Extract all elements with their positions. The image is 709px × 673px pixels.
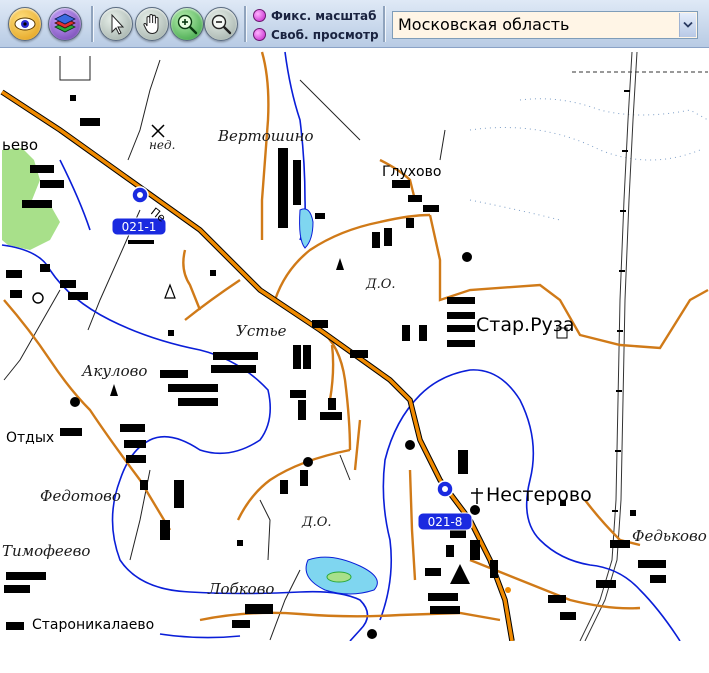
layers-stack-button[interactable]: [48, 7, 82, 41]
eye-icon: [14, 17, 36, 31]
fixed-scale-radio[interactable]: [253, 9, 266, 22]
place-label: ьево: [2, 136, 38, 154]
place-label: Вертошино: [217, 127, 314, 145]
place-label: нед.: [149, 138, 175, 152]
place-label: Стар.Руза: [476, 314, 575, 336]
toolbar: Фикс. масштаб Своб. просмотр Московская …: [0, 0, 709, 48]
toolbar-separator: [91, 6, 94, 42]
map-canvas[interactable]: 021-1 021-8 Пе Вертошино Глухово ьево не…: [0, 48, 709, 641]
toolbar-separator: [244, 6, 247, 42]
place-label: Глухово: [382, 164, 441, 180]
free-view-radio[interactable]: [253, 28, 266, 41]
place-label: Акулово: [81, 362, 147, 380]
region-select-value: Московская область: [398, 15, 570, 34]
place-label: Лобково: [207, 580, 274, 598]
place-label: Тимофеево: [2, 542, 90, 560]
map-application: Фикс. масштаб Своб. просмотр Московская …: [0, 0, 709, 673]
zoom-out-button[interactable]: [204, 7, 238, 41]
lake-island: [326, 571, 352, 583]
marker-label: 021-8: [428, 515, 463, 529]
region-select[interactable]: Московская область: [392, 11, 698, 39]
place-label: Устье: [236, 322, 287, 340]
fixed-scale-label: Фикс. масштаб: [271, 8, 377, 23]
chevron-down-icon: [683, 21, 693, 28]
zoom-in-icon: [177, 14, 198, 35]
place-label: Д.О.: [301, 515, 332, 530]
free-view-label: Своб. просмотр: [271, 27, 379, 42]
zoom-out-icon: [211, 14, 232, 35]
hand-icon: [143, 13, 159, 35]
toolbar-separator: [383, 6, 386, 42]
place-label: Староникалаево: [32, 617, 154, 633]
zoom-in-button[interactable]: [170, 7, 204, 41]
bottom-blank-area: [0, 641, 709, 673]
place-label: Федотово: [40, 487, 121, 505]
pan-tool-button[interactable]: [135, 7, 169, 41]
place-label: Федьково: [632, 527, 707, 545]
region-dropdown-button[interactable]: [679, 13, 696, 37]
map-svg[interactable]: 021-1 021-8 Пе Вертошино Глухово ьево не…: [0, 48, 709, 641]
place-label: Д.О.: [365, 277, 396, 292]
layers-eye-button[interactable]: [8, 7, 42, 41]
select-tool-button[interactable]: [99, 7, 133, 41]
marker-label: 021-1: [122, 220, 157, 234]
place-label: Отдых: [6, 430, 54, 446]
layers-icon: [54, 13, 76, 33]
place-label: Нестерово: [486, 484, 592, 506]
free-view-option[interactable]: Своб. просмотр: [253, 26, 379, 43]
fixed-scale-option[interactable]: Фикс. масштаб: [253, 7, 377, 24]
pointer-arrow-icon: [111, 13, 125, 35]
